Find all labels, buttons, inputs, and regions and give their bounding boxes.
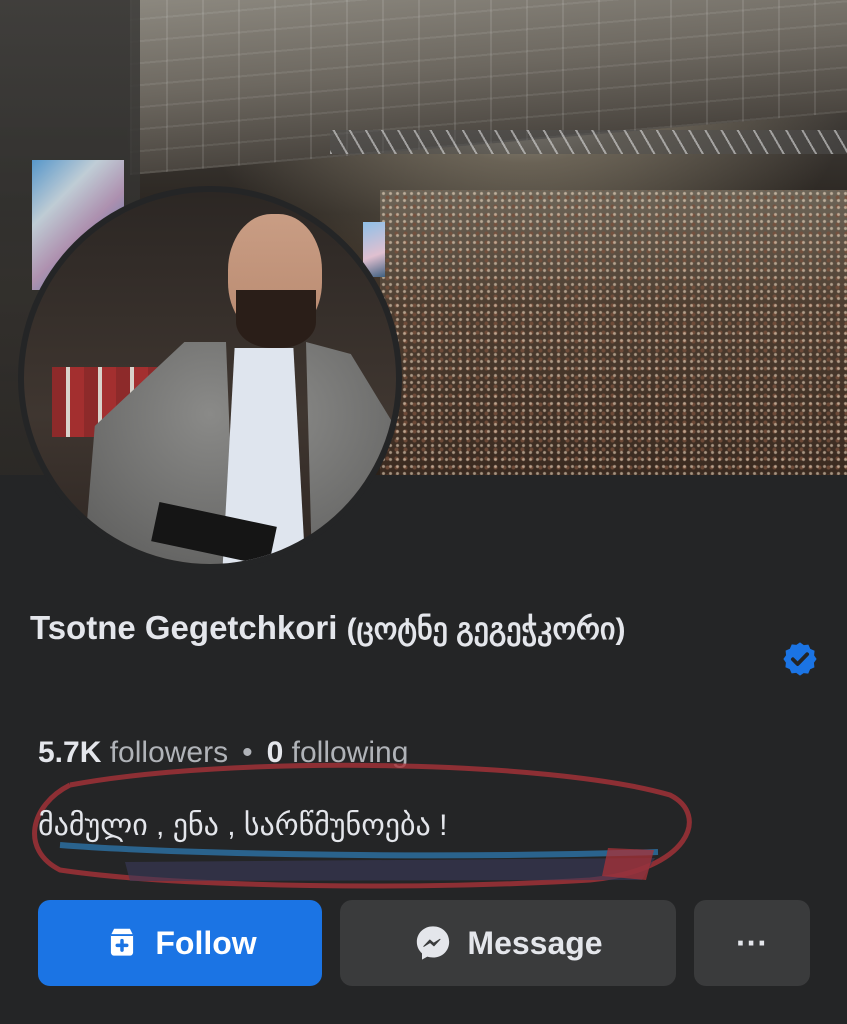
stats-separator: • bbox=[242, 736, 253, 769]
follow-button-label: Follow bbox=[155, 924, 257, 961]
following-count[interactable]: 0 bbox=[267, 736, 284, 769]
more-options-button[interactable]: ··· bbox=[694, 900, 810, 986]
verified-badge-icon[interactable] bbox=[781, 640, 819, 678]
profile-bio: მამული , ენა , სარწმუნოება ! bbox=[38, 809, 448, 842]
profile-picture-image bbox=[24, 192, 396, 564]
profile-picture[interactable] bbox=[18, 186, 402, 570]
profile-stats: 5.7K followers • 0 following bbox=[38, 736, 408, 770]
beard bbox=[236, 290, 316, 348]
follow-user-icon bbox=[103, 924, 141, 962]
arena-crowd bbox=[380, 190, 847, 475]
message-button-label: Message bbox=[467, 924, 603, 961]
profile-name-native: (ცოტნე გეგეჭკორი) bbox=[346, 613, 626, 646]
followers-label[interactable]: followers bbox=[110, 736, 228, 769]
lighting-truss bbox=[330, 130, 847, 154]
profile-name-latin: Tsotne Gegetchkori bbox=[30, 609, 338, 646]
following-label[interactable]: following bbox=[292, 736, 409, 769]
message-button[interactable]: Message bbox=[340, 900, 676, 986]
more-options-icon: ··· bbox=[736, 924, 768, 961]
followers-count[interactable]: 5.7K bbox=[38, 736, 101, 769]
follow-button[interactable]: Follow bbox=[38, 900, 322, 986]
messenger-icon bbox=[413, 923, 453, 963]
profile-name: Tsotne Gegetchkori (ცოტნე გეგეჭკორი) bbox=[30, 600, 750, 658]
